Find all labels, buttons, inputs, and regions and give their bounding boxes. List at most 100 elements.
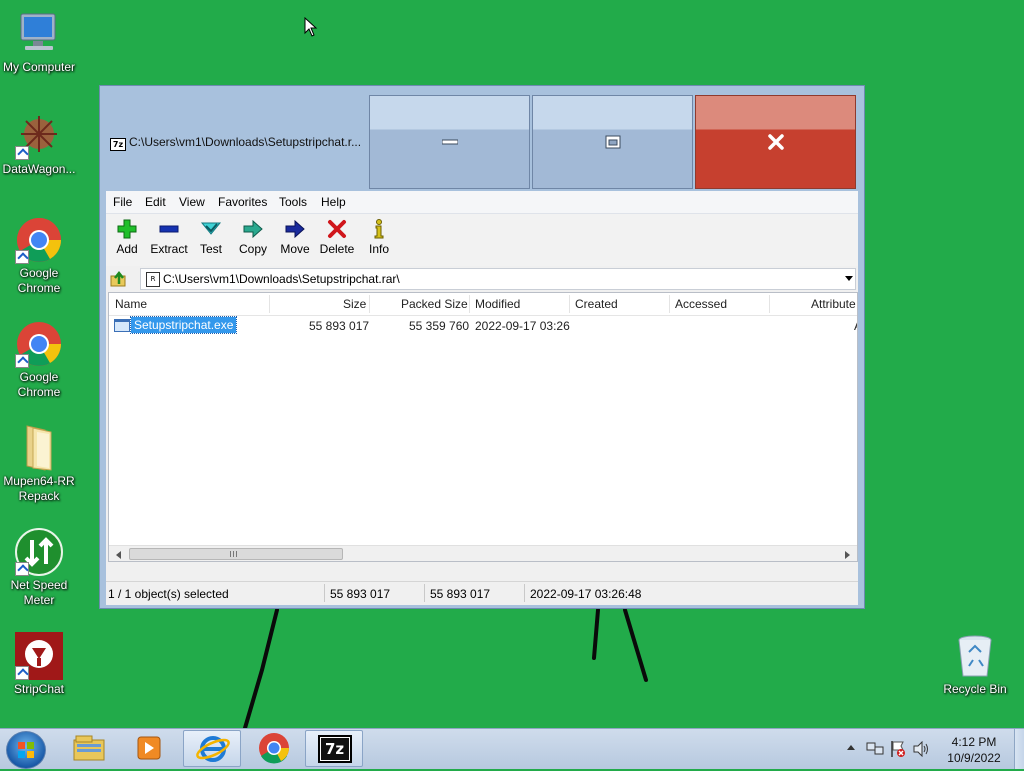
add-button[interactable]: Add: [106, 218, 148, 256]
7zip-window: 7z C:\Users\vm1\Downloads\Setupstripchat…: [99, 85, 865, 609]
menu-edit[interactable]: Edit: [145, 195, 166, 209]
taskbar-internet-explorer[interactable]: [183, 730, 241, 767]
scroll-thumb[interactable]: [129, 548, 343, 560]
status-size: 55 893 017: [330, 587, 391, 601]
column-modified[interactable]: Modified: [475, 297, 520, 311]
desktop-icon-label: Google Chrome: [17, 370, 61, 399]
datawagon-icon: [15, 112, 63, 160]
mouse-cursor-icon: [304, 17, 318, 37]
taskbar-media-player[interactable]: [120, 730, 178, 767]
start-button[interactable]: [6, 731, 46, 769]
menu-help[interactable]: Help: [321, 195, 346, 209]
extract-button[interactable]: Extract: [148, 218, 190, 256]
copy-icon: [232, 218, 274, 240]
minimize-button[interactable]: [369, 95, 530, 189]
column-name[interactable]: Name: [115, 297, 147, 311]
file-attributes: A: [854, 319, 857, 333]
column-separator[interactable]: [669, 295, 670, 313]
scroll-grip-icon: [230, 551, 238, 557]
test-icon: [190, 218, 232, 240]
column-separator[interactable]: [469, 295, 470, 313]
toolbar: Add Extract Test Copy Move Delete Info: [106, 214, 858, 266]
extract-icon: [148, 218, 190, 240]
chrome-icon: [15, 320, 63, 368]
menu-file[interactable]: File: [113, 195, 132, 209]
desktop-icon-label: StripChat: [13, 682, 65, 696]
show-hidden-icons-icon[interactable]: [847, 745, 855, 750]
move-icon: [274, 218, 316, 240]
window-title: C:\Users\vm1\Downloads\Setupstripchat.r.…: [129, 135, 362, 149]
windows-logo-icon: [18, 742, 34, 758]
file-list[interactable]: Name Size Packed Size Modified Created A…: [108, 292, 858, 562]
shortcut-arrow-icon: [15, 146, 29, 160]
netspeed-icon: [15, 528, 63, 576]
maximize-button[interactable]: [532, 95, 693, 189]
shortcut-arrow-icon: [15, 562, 29, 576]
media-player-icon: [137, 736, 161, 760]
taskbar: 7z 4:12 PM 10/9/2022: [0, 728, 1024, 769]
desktop-icon-datawagon[interactable]: DataWagon...: [0, 112, 81, 177]
7zip-title-icon: 7z: [110, 138, 126, 151]
shortcut-arrow-icon: [15, 250, 29, 264]
desktop-icon-label: My Computer: [2, 60, 76, 74]
volume-icon[interactable]: [912, 741, 930, 757]
desktop-icon-my-computer[interactable]: My Computer: [0, 10, 81, 75]
address-field[interactable]: R C:\Users\vm1\Downloads\Setupstripchat.…: [140, 268, 856, 290]
desktop-icon-label: Recycle Bin: [943, 682, 1007, 696]
desktop-icon-label: Net Speed Meter: [10, 578, 68, 607]
desktop-icon-netspeed[interactable]: Net Speed Meter: [0, 528, 81, 608]
recycle-bin-icon: [951, 632, 999, 680]
scroll-left-icon[interactable]: [116, 551, 121, 559]
close-button[interactable]: [695, 95, 856, 189]
column-attributes[interactable]: Attribute: [811, 297, 856, 311]
desktop-icon-recycle-bin[interactable]: Recycle Bin: [933, 632, 1017, 697]
column-separator[interactable]: [369, 295, 370, 313]
column-packed-size[interactable]: Packed Size: [401, 297, 468, 311]
column-separator[interactable]: [269, 295, 270, 313]
move-button[interactable]: Move: [274, 218, 316, 256]
taskbar-explorer[interactable]: [60, 730, 118, 767]
column-separator[interactable]: [769, 295, 770, 313]
info-button[interactable]: Info: [358, 218, 400, 256]
desktop-icon-label: Mupen64-RR Repack: [3, 474, 75, 503]
ie-icon: [196, 736, 230, 762]
column-separator[interactable]: [569, 295, 570, 313]
up-folder-button[interactable]: [110, 270, 128, 288]
desktop-icon-chrome-2[interactable]: Google Chrome: [0, 320, 81, 400]
up-folder-icon: [110, 270, 126, 287]
status-bar: 1 / 1 object(s) selected 55 893 017 55 8…: [106, 581, 858, 605]
status-separator: [524, 584, 525, 602]
taskbar-7zip[interactable]: 7z: [305, 730, 363, 767]
horizontal-scrollbar[interactable]: [109, 545, 857, 561]
address-dropdown-icon[interactable]: [845, 276, 853, 281]
delete-icon: [316, 218, 358, 240]
action-center-flag-icon[interactable]: [890, 740, 906, 758]
shortcut-arrow-icon: [15, 354, 29, 368]
file-row[interactable]: Setupstripchat.exe 55 893 017 55 359 760…: [109, 315, 857, 335]
menu-view[interactable]: View: [179, 195, 205, 209]
file-name: Setupstripchat.exe: [129, 316, 238, 334]
maximize-icon: [605, 135, 620, 149]
column-created[interactable]: Created: [575, 297, 618, 311]
column-accessed[interactable]: Accessed: [675, 297, 727, 311]
scroll-right-icon[interactable]: [845, 551, 850, 559]
desktop-icon-chrome-1[interactable]: Google Chrome: [0, 216, 81, 296]
window-titlebar[interactable]: 7z C:\Users\vm1\Downloads\Setupstripchat…: [100, 86, 864, 191]
show-desktop-button[interactable]: [1014, 729, 1024, 769]
desktop-icon-stripchat[interactable]: StripChat: [0, 632, 81, 697]
test-button[interactable]: Test: [190, 218, 232, 256]
stripchat-icon: [15, 632, 63, 680]
column-size[interactable]: Size: [343, 297, 366, 311]
status-selection: 1 / 1 object(s) selected: [108, 587, 229, 601]
chrome-icon: [259, 733, 289, 764]
menu-favorites[interactable]: Favorites: [218, 195, 267, 209]
delete-button[interactable]: Delete: [316, 218, 358, 256]
menu-tools[interactable]: Tools: [279, 195, 307, 209]
taskbar-chrome[interactable]: [245, 730, 303, 767]
status-modified: 2022-09-17 03:26:48: [530, 587, 642, 601]
file-size: 55 893 017: [309, 319, 370, 333]
desktop-icon-mupen64[interactable]: Mupen64-RR Repack: [0, 424, 81, 504]
system-clock[interactable]: 4:12 PM 10/9/2022: [938, 734, 1010, 766]
network-icon[interactable]: [866, 741, 884, 757]
copy-button[interactable]: Copy: [232, 218, 274, 256]
